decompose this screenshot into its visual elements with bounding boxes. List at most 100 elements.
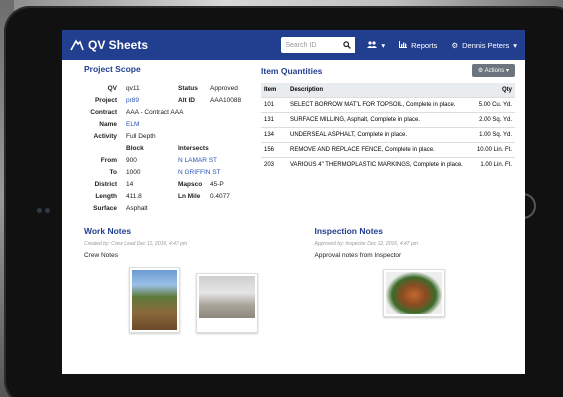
search-button[interactable] [339, 37, 356, 53]
status-value: Approved [210, 84, 238, 92]
reports-label: Reports [411, 40, 438, 50]
detail-row: Project pr89 Alt ID AAA10088 [84, 94, 249, 106]
qv-value: qv11 [126, 84, 140, 92]
food-photo-image [385, 272, 442, 314]
chevron-down-icon: ▾ [381, 40, 386, 50]
activity-label: Activity [93, 132, 117, 140]
search-icon [343, 41, 352, 49]
surface-label: Surface [93, 204, 117, 212]
app-screen: QV Sheets Search ID ▾ Reports ⚙ Dennis P… [62, 30, 525, 374]
column-header-qty[interactable]: Qty [469, 83, 515, 98]
to-intersects-link[interactable]: N GRIFFIN ST [178, 169, 221, 176]
photo-thumbnail[interactable] [382, 269, 445, 317]
users-menu[interactable]: ▾ [367, 41, 385, 50]
to-label: To [109, 168, 117, 176]
project-label: Project [94, 96, 117, 104]
description-cell: UNDERSEAL ASPHALT, Complete in place. [287, 127, 469, 143]
item-quantities-title: Item Quantities [261, 65, 323, 76]
table-row[interactable]: 156 REMOVE AND REPLACE FENCE, Complete i… [261, 142, 515, 158]
app-brand[interactable]: QV Sheets [70, 38, 148, 52]
length-value: 411.8 [126, 192, 142, 200]
chevron-down-icon: ▾ [505, 68, 509, 74]
surface-value: Asphalt [126, 204, 148, 212]
from-intersects-link[interactable]: N LAMAR ST [178, 157, 217, 164]
inspection-notes-text: Approval notes from Inspector [314, 252, 402, 259]
to-block-value: 1000 [126, 168, 141, 176]
from-label: From [100, 156, 117, 164]
column-header-item[interactable]: Item [261, 83, 287, 98]
contract-value: AAA - Contract AAA [126, 108, 184, 116]
inspection-notes-panel: Inspection Notes Approved by: Inspector … [315, 226, 516, 333]
table-row[interactable]: 134 UNDERSEAL ASPHALT, Complete in place… [261, 127, 515, 143]
mapsco-label: Mapsco [178, 180, 203, 188]
work-notes-panel: Work Notes Created by: Crew Lead Dec 11,… [84, 226, 285, 333]
name-label: Name [99, 120, 117, 128]
item-cell: 101 [261, 96, 287, 113]
table-row[interactable]: 101 SELECT BORROW MAT'L FOR TOPSOIL, Com… [261, 96, 515, 113]
table-header-row: Item Description Qty [261, 83, 515, 98]
item-cell: 131 [261, 112, 287, 128]
inspection-notes-title: Inspection Notes [314, 226, 383, 236]
reports-link[interactable]: Reports [399, 40, 438, 50]
qty-cell: 1.00 Lin. Ft. [469, 157, 515, 173]
site-photo-image [132, 270, 177, 330]
work-notes-title: Work Notes [84, 226, 132, 236]
interior-photo-image [199, 276, 255, 318]
item-cell: 134 [261, 127, 287, 143]
camera-dot [37, 208, 42, 213]
qty-cell: 5.00 Cu. Yd. [469, 96, 515, 113]
user-menu[interactable]: ⚙ Dennis Peters ▾ [451, 41, 517, 50]
photo-thumbnail[interactable] [196, 273, 258, 333]
district-label: District [94, 180, 117, 188]
user-name: Dennis Peters [462, 40, 510, 50]
sensor-dot [45, 208, 50, 213]
item-cell: 203 [261, 157, 287, 173]
ln-mile-value: 0.4077 [210, 192, 230, 200]
column-header-description[interactable]: Description [287, 83, 469, 98]
name-link[interactable]: ELM [126, 121, 139, 128]
detail-row: From 900 N LAMAR ST [84, 154, 249, 166]
app-title: QV Sheets [88, 38, 149, 52]
chart-icon [399, 40, 408, 50]
description-cell: SURFACE MILLING, Asphalt, Complete in pl… [287, 112, 469, 128]
inspection-notes-photos [382, 267, 516, 317]
search-placeholder: Search ID [285, 41, 317, 49]
inspection-notes-meta: Approved by: Inspector Dec 12, 2016, 4:4… [314, 241, 418, 247]
status-label: Status [178, 84, 198, 92]
item-quantities-panel: Item Quantities ⚙ Actions ▾ Item Descrip… [261, 64, 515, 214]
qty-cell: 1.00 Sq. Yd. [469, 127, 515, 143]
work-notes-text: Crew Notes [84, 252, 118, 259]
length-label: Length [95, 192, 117, 200]
mapsco-value: 45-P [210, 180, 224, 188]
work-notes-photos [129, 267, 285, 333]
work-notes-meta: Created by: Crew Lead Dec 11, 2016, 4:47… [84, 241, 188, 247]
photo-thumbnail[interactable] [129, 267, 180, 333]
qty-cell: 10.00 Lin. Ft. [469, 142, 515, 158]
road-logo-icon [70, 39, 84, 51]
ln-mile-label: Ln Mile [178, 192, 201, 200]
notes-section: Work Notes Created by: Crew Lead Dec 11,… [62, 214, 525, 333]
intersects-header: Intersects [178, 144, 209, 152]
item-quantities-header: Item Quantities ⚙ Actions ▾ [261, 64, 515, 77]
gear-icon: ⚙ [477, 68, 485, 74]
chevron-down-icon: ▾ [513, 40, 517, 50]
actions-button[interactable]: ⚙ Actions ▾ [471, 64, 515, 77]
project-link[interactable]: pr89 [126, 97, 178, 104]
activity-value: Full Depth [126, 132, 156, 140]
gear-icon: ⚙ [451, 40, 459, 50]
detail-row: Name ELM [84, 118, 249, 130]
alt-id-label: Alt ID [178, 96, 195, 104]
search-input[interactable]: Search ID [281, 37, 342, 53]
qv-label: QV [107, 84, 117, 92]
item-quantities-table: Item Description Qty 101 SELECT BORROW M… [261, 83, 515, 173]
table-row[interactable]: 203 VARIOUS 4" THERMOPLASTIC MARKINGS, C… [261, 157, 515, 173]
contract-label: Contract [90, 108, 117, 116]
project-scope-panel: Project Scope QV qv11 Status Approved Pr… [84, 64, 249, 214]
description-cell: REMOVE AND REPLACE FENCE, Complete in pl… [287, 142, 469, 158]
project-scope-title: Project Scope [84, 64, 141, 74]
detail-row: QV qv11 Status Approved [84, 82, 249, 94]
district-value: 14 [126, 180, 134, 188]
detail-row: Surface Asphalt [84, 202, 249, 214]
detail-row: Contract AAA - Contract AAA [84, 106, 249, 118]
table-row[interactable]: 131 SURFACE MILLING, Asphalt, Complete i… [261, 112, 515, 128]
